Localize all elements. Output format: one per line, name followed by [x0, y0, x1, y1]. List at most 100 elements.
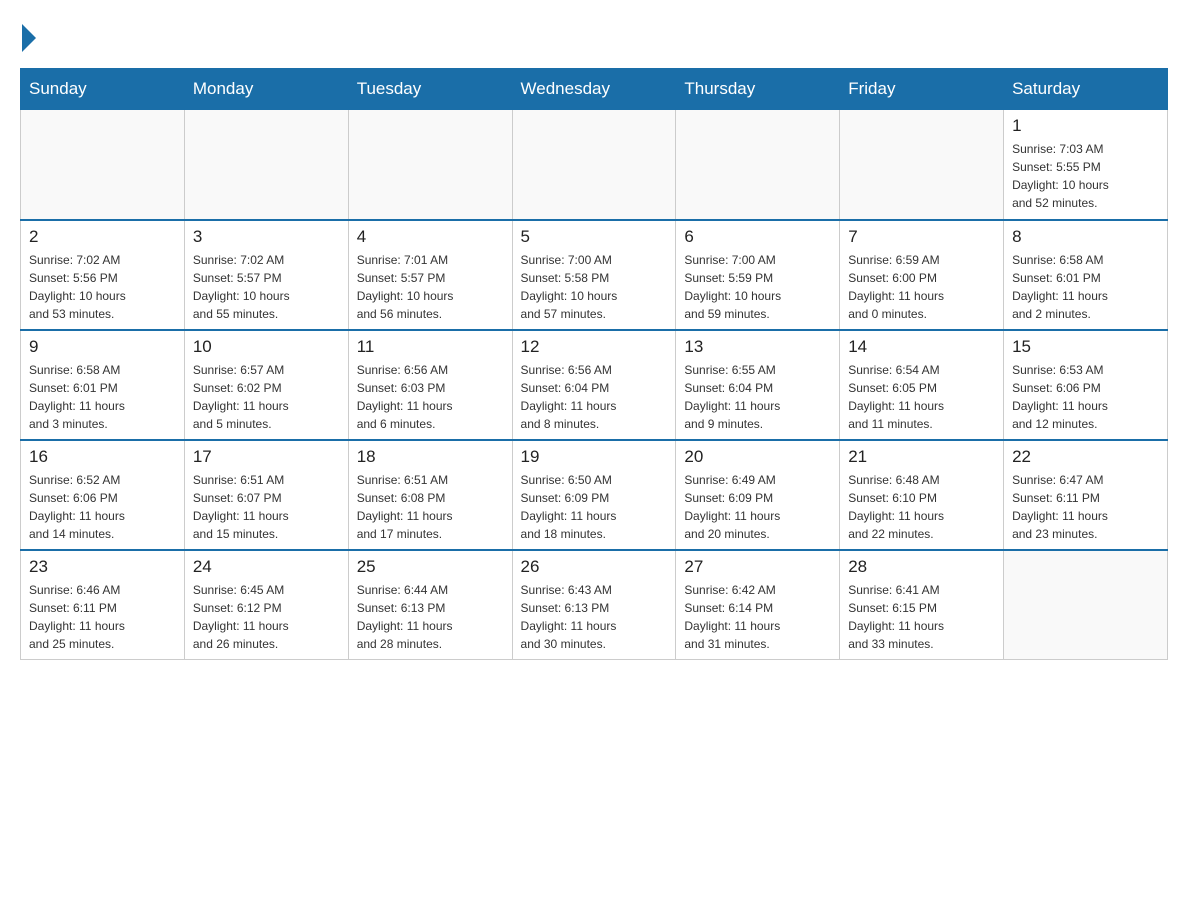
- calendar-cell: 13 Sunrise: 6:55 AMSunset: 6:04 PMDayligh…: [676, 330, 840, 440]
- calendar-cell: 17 Sunrise: 6:51 AMSunset: 6:07 PMDayligh…: [184, 440, 348, 550]
- day-number: 12: [521, 337, 668, 357]
- calendar-cell: 6Sunrise: 7:00 AMSunset: 5:59 PMDaylight…: [676, 220, 840, 330]
- calendar-cell: [21, 110, 185, 220]
- calendar-week-row: 9Sunrise: 6:58 AMSunset: 6:01 PMDaylight…: [21, 330, 1168, 440]
- day-info: Sunrise: 6:44 AMSunset: 6:13 PMDaylight:…: [357, 581, 504, 653]
- day-number: 17: [193, 447, 340, 467]
- day-info: Sunrise: 6:54 AMSunset: 6:05 PMDaylight:…: [848, 361, 995, 433]
- calendar-cell: 21 Sunrise: 6:48 AMSunset: 6:10 PMDayligh…: [840, 440, 1004, 550]
- day-info: Sunrise: 6:56 AMSunset: 6:04 PMDaylight:…: [521, 361, 668, 433]
- day-number: 14: [848, 337, 995, 357]
- day-header-monday: Monday: [184, 69, 348, 110]
- day-info: Sunrise: 6:52 AMSunset: 6:06 PMDaylight:…: [29, 471, 176, 543]
- day-number: 4: [357, 227, 504, 247]
- day-info: Sunrise: 6:49 AMSunset: 6:09 PMDaylight:…: [684, 471, 831, 543]
- day-header-friday: Friday: [840, 69, 1004, 110]
- calendar-cell: [184, 110, 348, 220]
- calendar-cell: 22 Sunrise: 6:47 AMSunset: 6:11 PMDayligh…: [1004, 440, 1168, 550]
- calendar-cell: 12 Sunrise: 6:56 AMSunset: 6:04 PMDayligh…: [512, 330, 676, 440]
- day-info: Sunrise: 7:03 AMSunset: 5:55 PMDaylight:…: [1012, 140, 1159, 212]
- day-number: 6: [684, 227, 831, 247]
- day-header-sunday: Sunday: [21, 69, 185, 110]
- calendar-cell: 7 Sunrise: 6:59 AMSunset: 6:00 PMDaylight…: [840, 220, 1004, 330]
- day-number: 1: [1012, 116, 1159, 136]
- day-info: Sunrise: 6:58 AMSunset: 6:01 PMDaylight:…: [1012, 251, 1159, 323]
- calendar-cell: [1004, 550, 1168, 660]
- day-header-thursday: Thursday: [676, 69, 840, 110]
- day-header-tuesday: Tuesday: [348, 69, 512, 110]
- logo: [20, 20, 36, 52]
- calendar-cell: 19 Sunrise: 6:50 AMSunset: 6:09 PMDayligh…: [512, 440, 676, 550]
- day-number: 15: [1012, 337, 1159, 357]
- calendar-cell: [840, 110, 1004, 220]
- day-info: Sunrise: 6:55 AMSunset: 6:04 PMDaylight:…: [684, 361, 831, 433]
- day-number: 27: [684, 557, 831, 577]
- day-info: Sunrise: 7:00 AMSunset: 5:58 PMDaylight:…: [521, 251, 668, 323]
- calendar-cell: 8 Sunrise: 6:58 AMSunset: 6:01 PMDaylight…: [1004, 220, 1168, 330]
- day-number: 5: [521, 227, 668, 247]
- day-info: Sunrise: 6:47 AMSunset: 6:11 PMDaylight:…: [1012, 471, 1159, 543]
- calendar-week-row: 1 Sunrise: 7:03 AMSunset: 5:55 PMDaylight…: [21, 110, 1168, 220]
- day-info: Sunrise: 6:45 AMSunset: 6:12 PMDaylight:…: [193, 581, 340, 653]
- calendar-table: SundayMondayTuesdayWednesdayThursdayFrid…: [20, 68, 1168, 660]
- day-number: 23: [29, 557, 176, 577]
- calendar-cell: 15 Sunrise: 6:53 AMSunset: 6:06 PMDayligh…: [1004, 330, 1168, 440]
- calendar-cell: 28 Sunrise: 6:41 AMSunset: 6:15 PMDayligh…: [840, 550, 1004, 660]
- calendar-header-row: SundayMondayTuesdayWednesdayThursdayFrid…: [21, 69, 1168, 110]
- calendar-cell: 16 Sunrise: 6:52 AMSunset: 6:06 PMDayligh…: [21, 440, 185, 550]
- calendar-cell: 2 Sunrise: 7:02 AMSunset: 5:56 PMDaylight…: [21, 220, 185, 330]
- day-info: Sunrise: 7:02 AMSunset: 5:56 PMDaylight:…: [29, 251, 176, 323]
- day-info: Sunrise: 7:02 AMSunset: 5:57 PMDaylight:…: [193, 251, 340, 323]
- calendar-cell: [676, 110, 840, 220]
- calendar-week-row: 23 Sunrise: 6:46 AMSunset: 6:11 PMDayligh…: [21, 550, 1168, 660]
- calendar-cell: 14 Sunrise: 6:54 AMSunset: 6:05 PMDayligh…: [840, 330, 1004, 440]
- day-number: 10: [193, 337, 340, 357]
- day-number: 13: [684, 337, 831, 357]
- day-number: 21: [848, 447, 995, 467]
- day-number: 16: [29, 447, 176, 467]
- calendar-cell: 11Sunrise: 6:56 AMSunset: 6:03 PMDayligh…: [348, 330, 512, 440]
- calendar-cell: 9Sunrise: 6:58 AMSunset: 6:01 PMDaylight…: [21, 330, 185, 440]
- day-info: Sunrise: 6:48 AMSunset: 6:10 PMDaylight:…: [848, 471, 995, 543]
- day-number: 18: [357, 447, 504, 467]
- calendar-cell: 24 Sunrise: 6:45 AMSunset: 6:12 PMDayligh…: [184, 550, 348, 660]
- day-number: 8: [1012, 227, 1159, 247]
- day-info: Sunrise: 6:41 AMSunset: 6:15 PMDaylight:…: [848, 581, 995, 653]
- day-info: Sunrise: 6:58 AMSunset: 6:01 PMDaylight:…: [29, 361, 176, 433]
- page-header: [20, 20, 1168, 52]
- calendar-cell: 5 Sunrise: 7:00 AMSunset: 5:58 PMDaylight…: [512, 220, 676, 330]
- day-number: 3: [193, 227, 340, 247]
- day-info: Sunrise: 7:01 AMSunset: 5:57 PMDaylight:…: [357, 251, 504, 323]
- day-number: 26: [521, 557, 668, 577]
- day-number: 22: [1012, 447, 1159, 467]
- calendar-cell: 26 Sunrise: 6:43 AMSunset: 6:13 PMDayligh…: [512, 550, 676, 660]
- calendar-cell: 27 Sunrise: 6:42 AMSunset: 6:14 PMDayligh…: [676, 550, 840, 660]
- logo-arrow-icon: [22, 24, 36, 52]
- day-info: Sunrise: 6:51 AMSunset: 6:07 PMDaylight:…: [193, 471, 340, 543]
- day-number: 25: [357, 557, 504, 577]
- day-number: 7: [848, 227, 995, 247]
- day-info: Sunrise: 6:53 AMSunset: 6:06 PMDaylight:…: [1012, 361, 1159, 433]
- calendar-cell: [348, 110, 512, 220]
- day-info: Sunrise: 6:57 AMSunset: 6:02 PMDaylight:…: [193, 361, 340, 433]
- calendar-cell: [512, 110, 676, 220]
- day-info: Sunrise: 6:46 AMSunset: 6:11 PMDaylight:…: [29, 581, 176, 653]
- day-info: Sunrise: 6:42 AMSunset: 6:14 PMDaylight:…: [684, 581, 831, 653]
- day-info: Sunrise: 6:43 AMSunset: 6:13 PMDaylight:…: [521, 581, 668, 653]
- day-number: 11: [357, 337, 504, 357]
- day-info: Sunrise: 6:50 AMSunset: 6:09 PMDaylight:…: [521, 471, 668, 543]
- day-info: Sunrise: 6:59 AMSunset: 6:00 PMDaylight:…: [848, 251, 995, 323]
- calendar-cell: 10 Sunrise: 6:57 AMSunset: 6:02 PMDayligh…: [184, 330, 348, 440]
- day-number: 24: [193, 557, 340, 577]
- calendar-cell: 25 Sunrise: 6:44 AMSunset: 6:13 PMDayligh…: [348, 550, 512, 660]
- calendar-cell: 4 Sunrise: 7:01 AMSunset: 5:57 PMDaylight…: [348, 220, 512, 330]
- calendar-cell: 1 Sunrise: 7:03 AMSunset: 5:55 PMDaylight…: [1004, 110, 1168, 220]
- day-number: 20: [684, 447, 831, 467]
- day-number: 2: [29, 227, 176, 247]
- calendar-cell: 3 Sunrise: 7:02 AMSunset: 5:57 PMDaylight…: [184, 220, 348, 330]
- calendar-cell: 18Sunrise: 6:51 AMSunset: 6:08 PMDayligh…: [348, 440, 512, 550]
- day-number: 28: [848, 557, 995, 577]
- day-header-wednesday: Wednesday: [512, 69, 676, 110]
- calendar-cell: 23 Sunrise: 6:46 AMSunset: 6:11 PMDayligh…: [21, 550, 185, 660]
- day-number: 19: [521, 447, 668, 467]
